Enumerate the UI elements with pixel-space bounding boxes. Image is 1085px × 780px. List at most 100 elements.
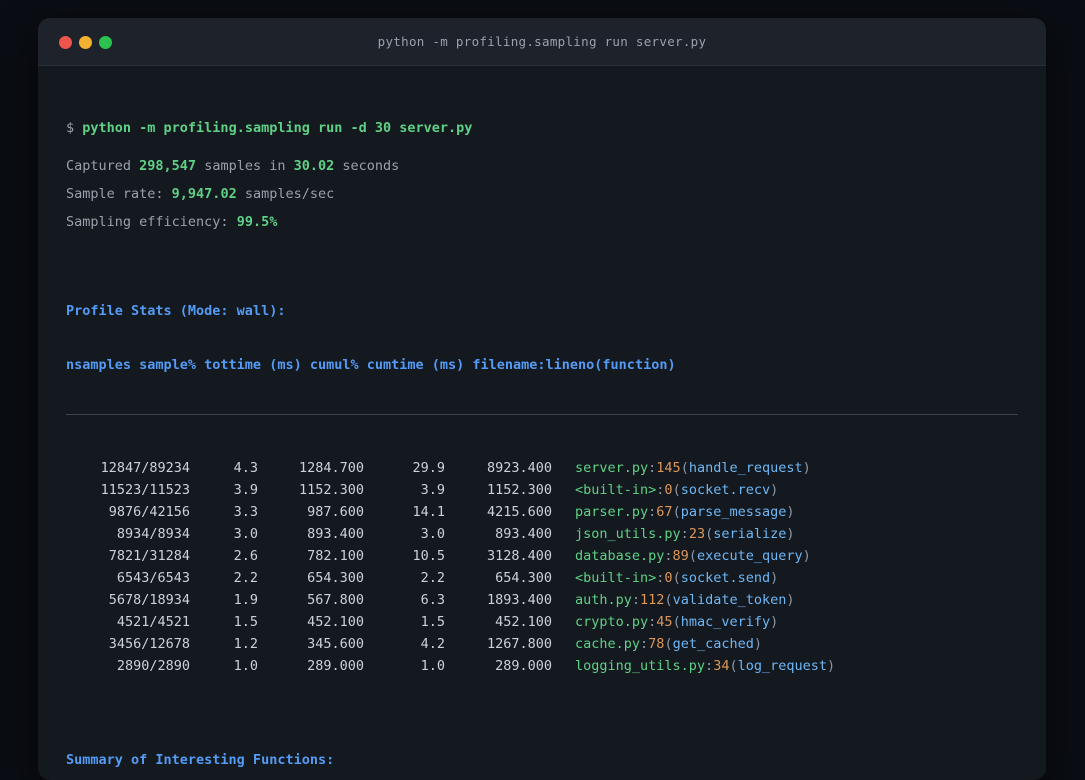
token-lineno: 0	[664, 482, 673, 498]
token-col-cumtime: 893.400	[495, 526, 552, 542]
token-punct: )	[802, 548, 811, 564]
close-button[interactable]	[59, 35, 72, 49]
token-col-tottime: 452.100	[307, 614, 364, 630]
token-punct: )	[770, 482, 779, 498]
token-col-nsamples: 11523/11523	[100, 482, 190, 498]
token-lineno: 0	[664, 570, 673, 586]
token-col-sample: 3.9	[233, 482, 258, 498]
token-func: hmac_verify	[680, 614, 771, 630]
token-func: socket.recv	[680, 482, 771, 498]
maximize-button[interactable]	[99, 35, 112, 49]
table-row: 12847/89234 4.3 1284.700 29.9 8923.400 server…	[66, 457, 1018, 479]
token-value: 30.02	[293, 158, 335, 174]
token-file: server.py	[575, 460, 649, 476]
token-file: logging_utils.py	[575, 658, 706, 674]
token-punct: :	[680, 526, 689, 542]
token-prompt: $	[66, 120, 83, 136]
token-col-tottime: 782.100	[307, 548, 364, 564]
token-file: crypto.py	[575, 614, 649, 630]
token-lineno: 45	[656, 614, 673, 630]
token-label: Captured	[66, 158, 140, 174]
token-col-sample: 2.2	[233, 570, 258, 586]
token-col-tottime: 567.800	[307, 592, 364, 608]
token-cmd: python -m profiling.sampling run -d 30 s…	[82, 120, 473, 136]
table-row: 11523/11523 3.9 1152.300 3.9 1152.300 <built-…	[66, 479, 1018, 501]
token-func: get_cached	[672, 636, 754, 652]
window-titlebar: python -m profiling.sampling run server.…	[38, 18, 1046, 66]
terminal-window: python -m profiling.sampling run server.…	[38, 18, 1046, 780]
token-col-cumtime: 4215.600	[486, 504, 552, 520]
divider	[66, 414, 1018, 415]
table-row: 6543/6543 2.2 654.300 2.2 654.300 <built-in>:…	[66, 567, 1018, 589]
token-col-cumtime: 3128.400	[486, 548, 552, 564]
token-func: handle_request	[688, 460, 803, 476]
token-lineno: 89	[672, 548, 689, 564]
token-col-sample: 3.0	[233, 526, 258, 542]
table-row: 3456/12678 1.2 345.600 4.2 1267.800 cache.py:…	[66, 633, 1018, 655]
token-col-cumtime: 654.300	[495, 570, 552, 586]
table-row: 5678/18934 1.9 567.800 6.3 1893.400 auth.py:1…	[66, 589, 1018, 611]
token-col-tottime: 1152.300	[298, 482, 364, 498]
token-func: validate_token	[672, 592, 787, 608]
token-punct: )	[770, 614, 779, 630]
token-col-cumul: 4.2	[420, 636, 445, 652]
token-col-tottime: 987.600	[307, 504, 364, 520]
token-punct: (	[672, 504, 681, 520]
token-col-sample: 1.9	[233, 592, 258, 608]
token-col-cumul: 14.1	[412, 504, 445, 520]
token-col-cumul: 1.0	[420, 658, 445, 674]
intro-block: $ python -m profiling.sampling run -d 30…	[66, 114, 1018, 236]
token-col-nsamples: 7821/31284	[108, 548, 190, 564]
token-value: 298,547	[139, 158, 197, 174]
table-row: 7821/31284 2.6 782.100 10.5 3128.400 database…	[66, 545, 1018, 567]
token-col-nsamples: 2890/2890	[116, 658, 190, 674]
token-punct: :	[705, 658, 714, 674]
token-col-cumul: 6.3	[420, 592, 445, 608]
token-punct: )	[827, 658, 836, 674]
token-punct: (	[664, 636, 673, 652]
token-col-sample: 2.6	[233, 548, 258, 564]
token-file: cache.py	[575, 636, 641, 652]
token-punct: (	[705, 526, 714, 542]
token-value: 99.5%	[236, 214, 278, 230]
token-punct: :	[640, 636, 649, 652]
table-row: 4521/4521 1.5 452.100 1.5 452.100 crypto.py:4…	[66, 611, 1018, 633]
token-label: Sample rate:	[66, 186, 172, 202]
terminal-line: Sample rate: 9,947.02 samples/sec	[66, 180, 1018, 208]
token-col-tottime: 893.400	[307, 526, 364, 542]
token-func: execute_query	[696, 548, 803, 564]
terminal-line: $ python -m profiling.sampling run -d 30…	[66, 114, 1018, 142]
token-col-cumul: 10.5	[412, 548, 445, 564]
token-col-cumul: 1.5	[420, 614, 445, 630]
token-lineno: 23	[688, 526, 706, 542]
token-lineno: 145	[656, 460, 681, 476]
token-punct: (	[688, 548, 697, 564]
token-lineno: 34	[713, 658, 730, 674]
table-columns-header: nsamples sample% tottime (ms) cumul% cum…	[66, 357, 676, 373]
token-label: Sampling efficiency:	[66, 214, 237, 230]
window-title: python -m profiling.sampling run server.…	[377, 34, 707, 49]
table-row: 9876/42156 3.3 987.600 14.1 4215.600 parser.p…	[66, 501, 1018, 523]
token-col-cumul: 29.9	[412, 460, 445, 476]
token-col-cumtime: 452.100	[495, 614, 552, 630]
profile-table: 12847/89234 4.3 1284.700 29.9 8923.400 server…	[66, 457, 1018, 677]
token-col-nsamples: 4521/4521	[116, 614, 190, 630]
token-func: log_request	[737, 658, 827, 674]
token-col-sample: 1.5	[233, 614, 258, 630]
token-col-cumtime: 1267.800	[486, 636, 552, 652]
token-punct: (	[680, 460, 689, 476]
token-col-nsamples: 3456/12678	[108, 636, 190, 652]
token-lineno: 78	[648, 636, 665, 652]
token-col-nsamples: 5678/18934	[108, 592, 190, 608]
token-punct: :	[664, 548, 673, 564]
minimize-button[interactable]	[79, 35, 92, 49]
token-punct: )	[786, 592, 795, 608]
token-lineno: 112	[640, 592, 665, 608]
token-file: auth.py	[575, 592, 632, 608]
token-col-tottime: 345.600	[307, 636, 364, 652]
terminal-content: $ python -m profiling.sampling run -d 30…	[38, 66, 1046, 780]
token-punct: )	[802, 460, 811, 476]
token-col-sample: 3.3	[233, 504, 258, 520]
table-row: 8934/8934 3.0 893.400 3.0 893.400 json_utils.…	[66, 523, 1018, 545]
token-punct: (	[672, 570, 681, 586]
